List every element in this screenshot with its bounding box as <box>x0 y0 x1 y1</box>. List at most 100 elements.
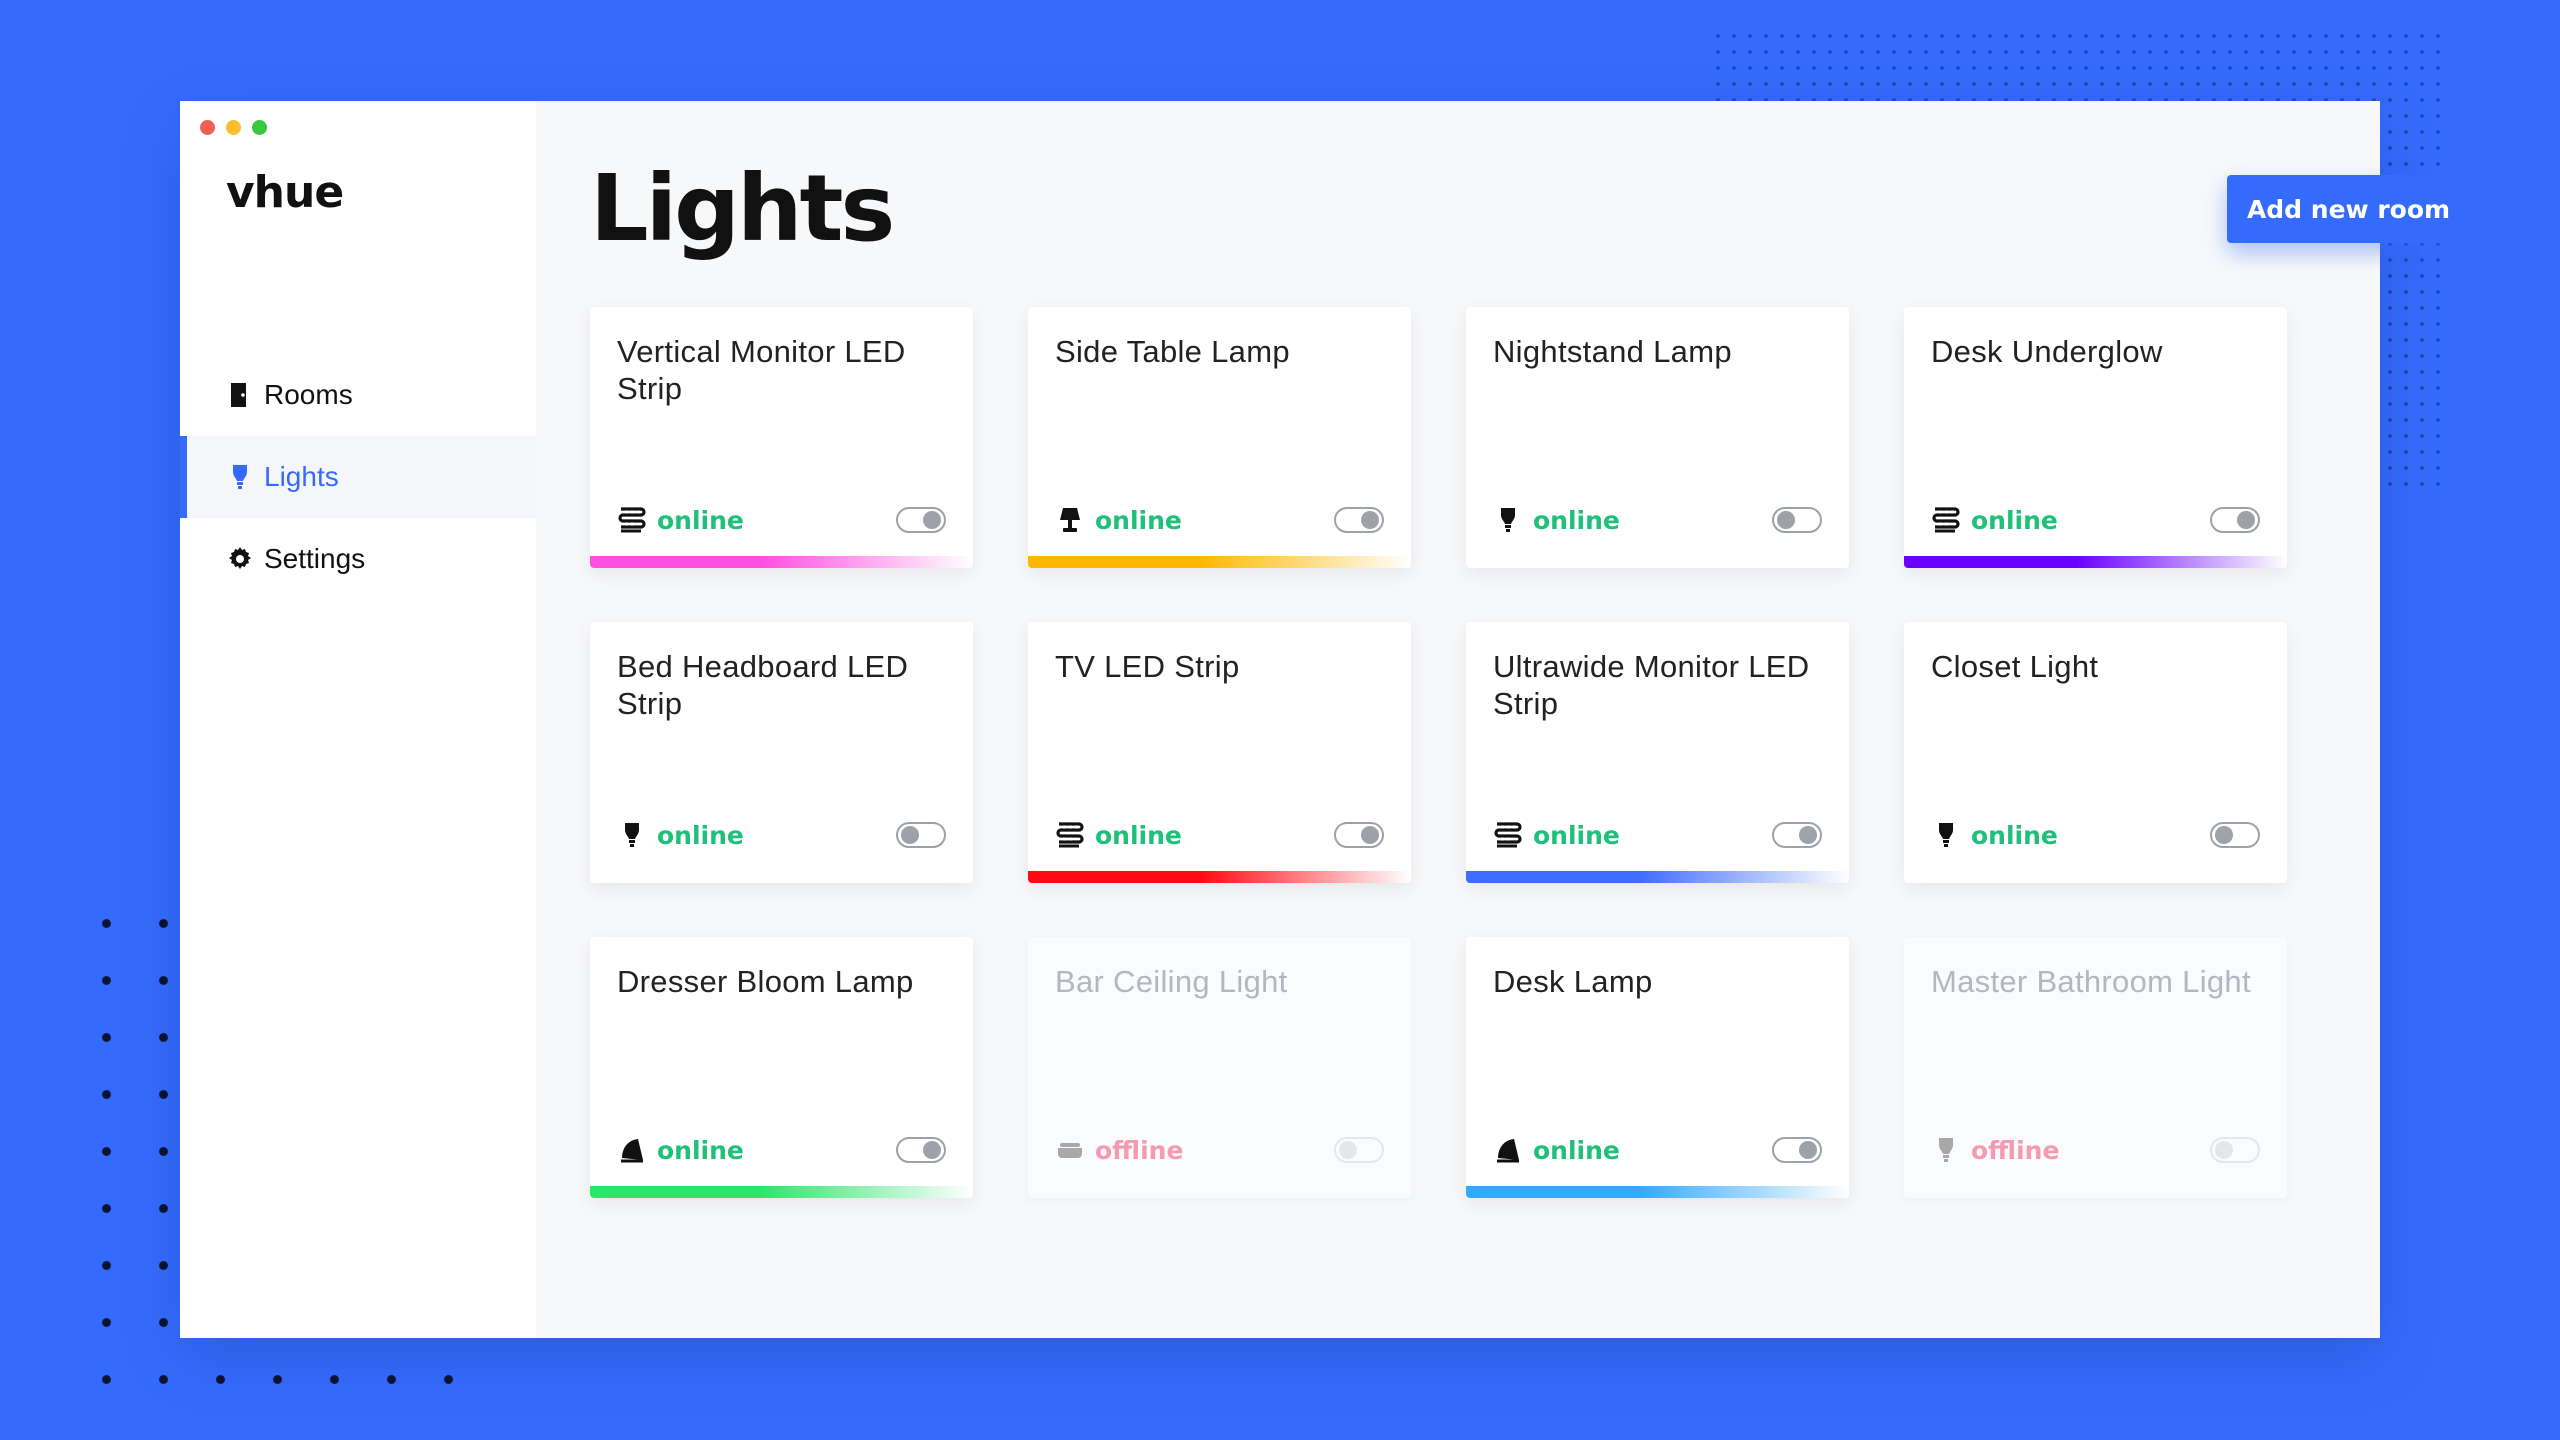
status-label: online <box>657 820 744 850</box>
light-card[interactable]: Side Table Lamp online <box>1028 307 1411 568</box>
power-toggle[interactable] <box>1772 507 1822 533</box>
light-card[interactable]: Closet Light online <box>1904 622 2287 883</box>
power-toggle[interactable] <box>1334 822 1384 848</box>
power-toggle[interactable] <box>896 507 946 533</box>
light-card-footer: online <box>1931 504 2260 536</box>
status-label: online <box>1533 820 1620 850</box>
light-color-bar <box>1028 556 1411 568</box>
light-card[interactable]: Dresser Bloom Lamp online <box>590 937 973 1198</box>
bloom-lamp-icon <box>1493 1135 1523 1165</box>
light-name: Side Table Lamp <box>1055 334 1290 369</box>
light-card-footer: online <box>1055 819 1384 851</box>
light-card[interactable]: TV LED Strip online <box>1028 622 1411 883</box>
status-label: online <box>1533 1135 1620 1165</box>
light-card-footer: online <box>1055 504 1384 536</box>
light-card-footer: online <box>1493 504 1822 536</box>
maximize-window-button[interactable] <box>252 120 267 135</box>
status-label: offline <box>1971 1135 2060 1165</box>
light-card[interactable]: Nightstand Lamp online <box>1466 307 1849 568</box>
sidebar-item-label: Settings <box>264 543 366 574</box>
led-strip-icon <box>1055 820 1085 850</box>
light-color-bar <box>1904 556 2287 568</box>
gear-icon <box>226 545 254 573</box>
light-card[interactable]: Vertical Monitor LED Strip online <box>590 307 973 568</box>
light-card-footer: offline <box>1055 1134 1384 1166</box>
light-color-bar <box>1028 871 1411 883</box>
door-icon <box>226 381 254 409</box>
bloom-lamp-icon <box>617 1135 647 1165</box>
app-window: vhue Rooms Lights Settings Lights Add ne… <box>180 101 2470 1338</box>
light-color-bar <box>1466 871 1849 883</box>
light-name: Desk Underglow <box>1931 334 2163 369</box>
window-controls <box>200 120 267 135</box>
sidebar-item-label: Rooms <box>264 379 353 410</box>
ceiling-icon <box>1055 1135 1085 1165</box>
light-card-footer: online <box>617 1134 946 1166</box>
light-color-bar <box>1466 1186 1849 1198</box>
led-strip-icon <box>1493 820 1523 850</box>
light-name: Closet Light <box>1931 649 2099 684</box>
page-title: Lights <box>590 155 895 262</box>
status-label: online <box>1095 505 1182 535</box>
app-logo: vhue <box>226 167 344 218</box>
light-card-footer: online <box>617 504 946 536</box>
status-label: online <box>657 1135 744 1165</box>
minimize-window-button[interactable] <box>226 120 241 135</box>
light-card-footer: online <box>1931 819 2260 851</box>
light-card[interactable]: Desk Underglow online <box>1904 307 2287 568</box>
status-label: online <box>1095 820 1182 850</box>
light-name: Desk Lamp <box>1493 964 1653 999</box>
table-lamp-icon <box>1055 505 1085 535</box>
light-card[interactable]: Bar Ceiling Light offline <box>1028 937 1411 1198</box>
led-strip-icon <box>617 505 647 535</box>
main-content: Lights Add new room Vertical Monitor LED… <box>536 101 2470 1338</box>
light-card[interactable]: Master Bathroom Light offline <box>1904 937 2287 1198</box>
power-toggle[interactable] <box>896 822 946 848</box>
light-color-bar <box>590 556 973 568</box>
add-new-room-button[interactable]: Add new room <box>2227 175 2470 243</box>
light-name: Bed Headboard LED Strip <box>617 649 909 721</box>
power-toggle[interactable] <box>896 1137 946 1163</box>
status-label: online <box>1971 820 2058 850</box>
light-card[interactable]: Ultrawide Monitor LED Strip online <box>1466 622 1849 883</box>
light-name: Nightstand Lamp <box>1493 334 1732 369</box>
power-toggle <box>1334 1137 1384 1163</box>
sidebar-item-lights[interactable]: Lights <box>180 436 536 518</box>
light-color-bar <box>590 1186 973 1198</box>
status-label: online <box>1533 505 1620 535</box>
power-toggle <box>2210 1137 2260 1163</box>
power-toggle[interactable] <box>2210 822 2260 848</box>
bulb-icon <box>1493 505 1523 535</box>
light-name: Ultrawide Monitor LED Strip <box>1493 649 1810 721</box>
close-window-button[interactable] <box>200 120 215 135</box>
bulb-icon <box>226 463 254 491</box>
sidebar: vhue Rooms Lights Settings <box>180 101 536 1338</box>
light-name: Dresser Bloom Lamp <box>617 964 914 999</box>
power-toggle[interactable] <box>2210 507 2260 533</box>
light-name: Vertical Monitor LED Strip <box>617 334 906 406</box>
light-card-footer: offline <box>1931 1134 2260 1166</box>
sidebar-item-label: Lights <box>264 461 339 492</box>
light-name: Bar Ceiling Light <box>1055 964 1288 999</box>
light-card-grid: Vertical Monitor LED Strip online Side Tab… <box>590 307 2287 1198</box>
power-toggle[interactable] <box>1772 1137 1822 1163</box>
light-card-footer: online <box>1493 1134 1822 1166</box>
sidebar-item-rooms[interactable]: Rooms <box>180 354 536 436</box>
light-card-footer: online <box>1493 819 1822 851</box>
bulb-icon <box>617 820 647 850</box>
power-toggle[interactable] <box>1772 822 1822 848</box>
led-strip-icon <box>1931 505 1961 535</box>
power-toggle[interactable] <box>1334 507 1384 533</box>
light-name: Master Bathroom Light <box>1931 964 2251 999</box>
light-card-footer: online <box>617 819 946 851</box>
bulb-icon <box>1931 820 1961 850</box>
light-name: TV LED Strip <box>1055 649 1240 684</box>
status-label: offline <box>1095 1135 1184 1165</box>
status-label: online <box>657 505 744 535</box>
sidebar-nav: Rooms Lights Settings <box>180 354 536 600</box>
sidebar-item-settings[interactable]: Settings <box>180 518 536 600</box>
light-card[interactable]: Bed Headboard LED Strip online <box>590 622 973 883</box>
bulb-icon <box>1931 1135 1961 1165</box>
status-label: online <box>1971 505 2058 535</box>
light-card[interactable]: Desk Lamp online <box>1466 937 1849 1198</box>
